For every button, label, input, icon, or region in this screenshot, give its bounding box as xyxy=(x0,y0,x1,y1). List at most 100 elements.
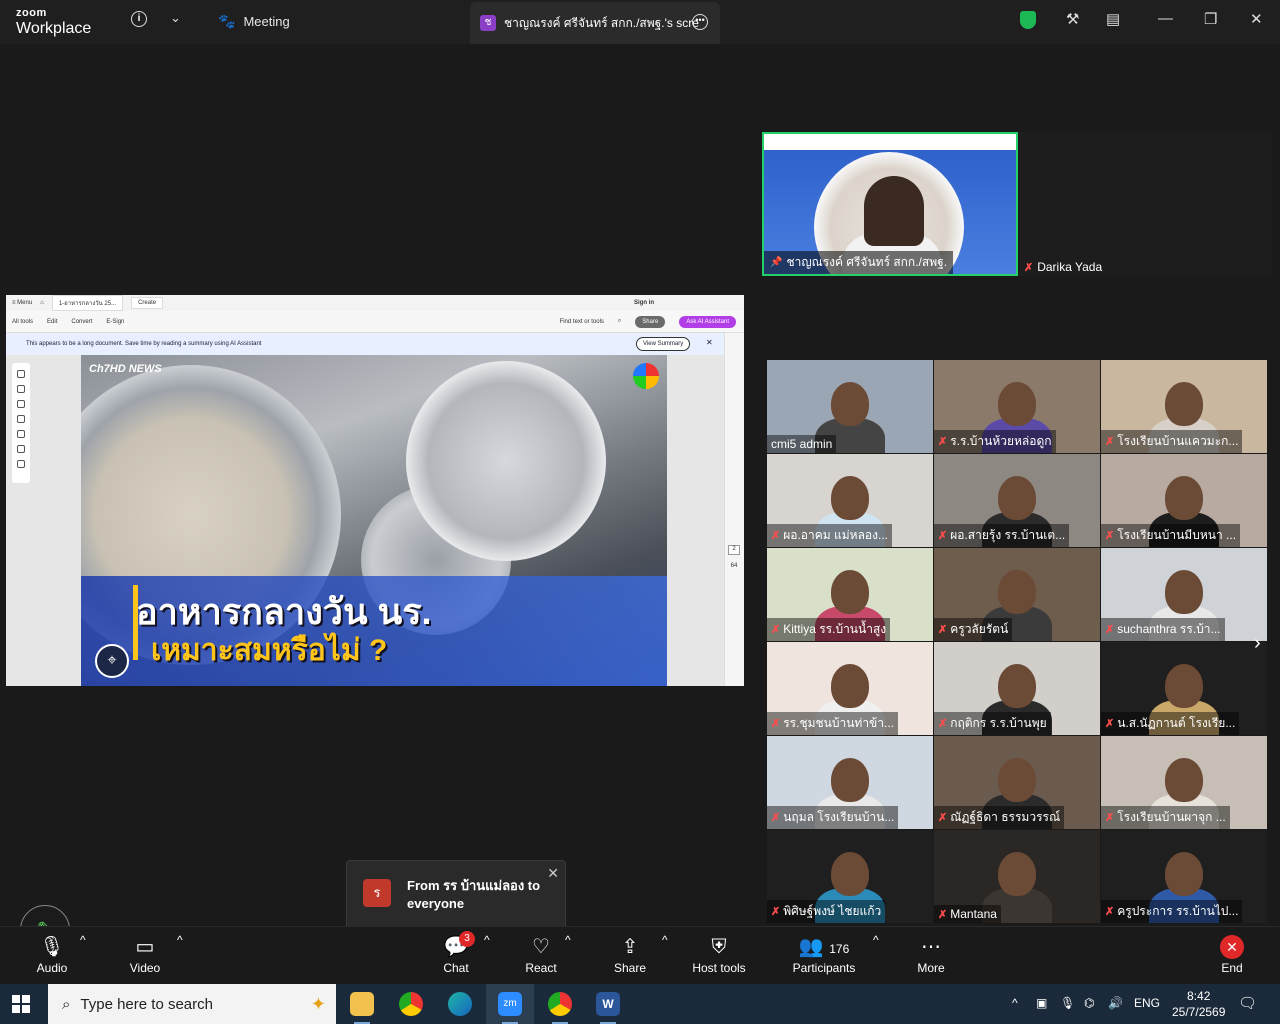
stamp-tool-icon[interactable] xyxy=(17,460,25,468)
more-options-icon[interactable]: ••• xyxy=(692,14,708,30)
audio-options-caret[interactable]: ^ xyxy=(80,933,86,947)
participant-nameplate: ✗ นฤมล โรงเรียนบ้าน... xyxy=(767,806,899,829)
participant-head xyxy=(998,382,1036,426)
info-icon[interactable]: i xyxy=(131,11,147,27)
page-current[interactable]: 2 xyxy=(728,545,740,555)
more-button[interactable]: ⋯ More xyxy=(912,933,950,975)
participant-tile[interactable]: ✗ กฤติกร ร.ร.บ้านพุย xyxy=(934,642,1100,735)
participant-tile[interactable]: cmi5 admin xyxy=(767,360,933,453)
zoom-app-icon[interactable]: zm xyxy=(486,984,534,1024)
pen-tool-icon[interactable] xyxy=(17,400,25,408)
word-icon[interactable]: W xyxy=(584,984,632,1024)
layout-icon[interactable]: ▤ xyxy=(1106,10,1120,28)
select-tool-icon[interactable] xyxy=(17,370,25,378)
participant-tile[interactable]: ✗ ครูประการ รร.บ้านไป... xyxy=(1101,830,1267,923)
menu-edit[interactable]: Edit xyxy=(47,319,57,325)
mic-muted-icon: ✗ xyxy=(938,624,948,636)
participant-nameplate: ✗ ร.ร.บ้านห้วยหล่อดูก xyxy=(934,430,1056,453)
draw-tool-icon[interactable] xyxy=(17,415,25,423)
participant-name: กฤติกร ร.ร.บ้านพุย xyxy=(950,716,1047,730)
share-options-caret[interactable]: ^ xyxy=(662,933,668,947)
menu-all-tools[interactable]: All tools xyxy=(12,319,33,325)
lasso-tool-icon[interactable] xyxy=(17,430,25,438)
find-tools-input[interactable]: Find text or tools xyxy=(560,319,604,325)
participant-tile[interactable]: ✗ ร.ร.บ้านห้วยหล่อดูก xyxy=(934,360,1100,453)
document-tab[interactable]: 1-อาหารกลางวัน 25... xyxy=(51,295,124,311)
tab-meeting[interactable]: 🐾 Meeting xyxy=(218,13,290,30)
participants-button[interactable]: 👥 176 Participants xyxy=(790,933,858,975)
menu-esign[interactable]: E-Sign xyxy=(106,319,124,325)
chevron-down-icon[interactable]: ⌄ xyxy=(170,10,181,26)
restore-icon[interactable]: ❐ xyxy=(1204,10,1217,28)
react-options-caret[interactable]: ^ xyxy=(565,933,571,947)
participant-tile[interactable]: ✗ ณัฏฐ์ธิดา ธรรมวรรณ์ xyxy=(934,736,1100,829)
close-icon[interactable]: ✕ xyxy=(547,865,559,882)
scan-icon[interactable]: ⌖ xyxy=(95,644,129,678)
language-indicator[interactable]: ENG xyxy=(1134,996,1160,1010)
react-button[interactable]: ♡ React xyxy=(524,933,558,975)
taskbar-search-input[interactable]: ⌕ Type here to search ✦ xyxy=(48,984,336,1024)
gallery-next-icon[interactable]: › xyxy=(1254,632,1261,655)
file-explorer-icon[interactable] xyxy=(338,984,386,1024)
menu-convert[interactable]: Convert xyxy=(71,319,92,325)
zoom-tool-icon[interactable] xyxy=(17,385,25,393)
tray-chevron-icon[interactable]: ^ xyxy=(1012,996,1018,1010)
participant-tile-darika[interactable]: ✗ Darika Yada xyxy=(1018,132,1272,276)
participant-head xyxy=(831,758,869,802)
participant-tile[interactable]: ✗ รร.ชุมชนบ้านท่าข้า... xyxy=(767,642,933,735)
windows-start-icon[interactable] xyxy=(12,995,30,1013)
video-options-caret[interactable]: ^ xyxy=(177,933,183,947)
security-shield-icon[interactable] xyxy=(1020,11,1036,29)
participant-tile[interactable]: ✗ ผอ.อาคม แม่หลอง... xyxy=(767,454,933,547)
video-button[interactable]: ▭ Video xyxy=(126,933,164,975)
participants-options-caret[interactable]: ^ xyxy=(873,933,879,947)
participant-tile[interactable]: ✗ ครูวลัยรัตน์ xyxy=(934,548,1100,641)
participant-tile[interactable]: ✗ suchanthra รร.บ้า... xyxy=(1101,548,1267,641)
chrome-icon[interactable] xyxy=(387,984,435,1024)
participant-tile[interactable]: ✗ Kittiya รร.บ้านน้ำสูง xyxy=(767,548,933,641)
tab-screen-share[interactable]: ช ชาญณรงค์ ศรีจันทร์ สกก./สพฐ.'s scre ••… xyxy=(470,2,720,44)
participant-tile[interactable]: ✗ น.ส.นัฏกานต์ โรงเรีย... xyxy=(1101,642,1267,735)
host-tools-button[interactable]: ⛨ Host tools xyxy=(690,933,748,975)
chat-options-caret[interactable]: ^ xyxy=(484,933,490,947)
participant-tile[interactable]: ✗ โรงเรียนบ้านแควมะก... xyxy=(1101,360,1267,453)
participant-nameplate: ✗ น.ส.นัฏกานต์ โรงเรีย... xyxy=(1101,712,1240,735)
volume-icon[interactable]: 🔊 xyxy=(1108,996,1123,1010)
participant-tile[interactable]: ✗ ผอ.สายรุ้ง รร.บ้านเต... xyxy=(934,454,1100,547)
search-icon[interactable]: ⌕ xyxy=(618,318,621,325)
minimize-icon[interactable]: — xyxy=(1158,10,1173,27)
meet-icon[interactable]: ▣ xyxy=(1036,996,1047,1010)
clock[interactable]: 8:42 25/7/2569 xyxy=(1172,988,1225,1020)
chrome-profile-icon[interactable] xyxy=(536,984,584,1024)
participant-tile[interactable]: ✗ Mantana xyxy=(934,830,1100,923)
audio-button[interactable]: 🎙 Audio xyxy=(34,933,70,975)
copilot-spark-icon[interactable]: ✦ xyxy=(311,994,326,1015)
close-icon[interactable]: ✕ xyxy=(1250,10,1263,28)
sender-avatar: ร xyxy=(363,879,391,907)
microphone-tray-icon[interactable]: 🎙 xyxy=(1060,996,1075,1010)
participant-tile[interactable]: ✗ นฤมล โรงเรียนบ้าน... xyxy=(767,736,933,829)
share-doc-button[interactable]: Share xyxy=(635,315,666,328)
network-icon[interactable]: ⌬ xyxy=(1084,996,1094,1010)
signin-link[interactable]: Sign in xyxy=(634,300,654,306)
notifications-icon[interactable]: 🗨 xyxy=(1238,994,1257,1012)
active-speaker-video[interactable]: 📌 ชาญณรงค์ ศรีจันทร์ สกก./สพฐ. xyxy=(762,132,1018,276)
participant-tile[interactable]: ✗ พิศิษฐ์พงษ์ ไชยแก้ว xyxy=(767,830,933,923)
magic-wand-icon[interactable]: ⚒ xyxy=(1066,10,1079,28)
acrobat-tabbar: ≡ Menu ⌂ 1-อาหารกลางวัน 25... Create Sig… xyxy=(6,295,744,311)
share-button[interactable]: ⇪ Share xyxy=(612,933,648,975)
participant-name: ร.ร.บ้านห้วยหล่อดูก xyxy=(950,434,1052,448)
participant-tile[interactable]: ✗ โรงเรียนบ้านมีบหนา ... xyxy=(1101,454,1267,547)
home-icon[interactable]: ⌂ xyxy=(40,300,44,306)
view-summary-button[interactable]: View Summary xyxy=(636,337,691,351)
create-tab-button[interactable]: Create xyxy=(131,297,164,309)
end-button[interactable]: ✕ End xyxy=(1216,933,1248,975)
menu-icon[interactable]: ≡ Menu xyxy=(12,300,32,306)
ai-assistant-button[interactable]: Ask AI Assistant xyxy=(679,315,736,328)
text-tool-icon[interactable] xyxy=(17,445,25,453)
shared-screen[interactable]: ≡ Menu ⌂ 1-อาหารกลางวัน 25... Create Sig… xyxy=(6,295,744,686)
close-banner-icon[interactable]: ✕ xyxy=(706,338,713,347)
edge-icon[interactable] xyxy=(436,984,484,1024)
participant-tile[interactable]: ✗ โรงเรียนบ้านผาจุก ... xyxy=(1101,736,1267,829)
mic-muted-icon: ✗ xyxy=(1105,436,1115,448)
